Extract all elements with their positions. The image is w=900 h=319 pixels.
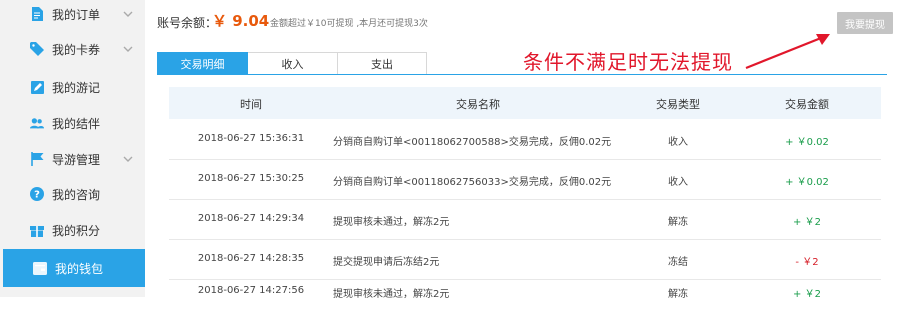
cell-amount: + ￥2 (793, 217, 821, 228)
cell-name-text: 提现审核未通过，解冻2元 (333, 217, 450, 228)
transaction-tabs: 交易明细 收入 支出 (157, 52, 427, 75)
column-header-time: 时间 (240, 98, 262, 111)
cell-time: 2018-06-27 14:28:35 (197, 253, 305, 264)
table-row: 2018-06-27 14:27:56 提现审核未通过，解冻2元 解冻 + ￥2 (169, 279, 881, 319)
sidebar-item-label: 我的游记 (52, 80, 101, 95)
chevron-down-icon (123, 11, 133, 17)
column-header-type: 交易类型 (656, 98, 700, 111)
table-header: 时间 交易名称 交易类型 交易金额 (169, 87, 881, 119)
withdraw-condition-note: 金额超过￥10可提现 ,本月还可提现3次 (270, 19, 428, 29)
sidebar-item-label: 导游管理 (52, 152, 101, 167)
tabs-divider (157, 74, 887, 75)
sidebar-item-orders[interactable]: 我的订单 (0, 0, 145, 33)
column-header-amount: 交易金额 (785, 98, 829, 111)
sidebar-item-wallet[interactable]: 我的钱包 (3, 249, 145, 287)
sidebar-item-label: 我的咨询 (52, 187, 101, 202)
sidebar: 我的订单 我的卡券 我的游记 我的结伴 导游管理 ? 我的咨询 我的积分 我的钱… (0, 0, 145, 297)
gift-icon (30, 223, 44, 237)
sidebar-item-guide-management[interactable]: 导游管理 (0, 140, 145, 178)
cell-time: 2018-06-27 15:30:25 (197, 173, 305, 184)
annotation-text: 条件不满足时无法提现 (523, 50, 733, 74)
tab-expense[interactable]: 支出 (338, 52, 427, 75)
document-icon (30, 7, 44, 21)
cell-type: 解冻 (668, 217, 688, 228)
question-icon: ? (30, 187, 44, 201)
svg-text:?: ? (34, 190, 40, 201)
withdraw-button[interactable]: 我要提现 (837, 12, 893, 34)
balance-value: ￥ 9.04 (212, 12, 270, 30)
sidebar-item-label: 我的订单 (52, 7, 101, 22)
wallet-icon (33, 261, 47, 275)
table-row: 2018-06-27 14:29:34 提现审核未通过，解冻2元 解冻 + ￥2 (169, 199, 881, 240)
tag-icon (30, 42, 44, 56)
flag-icon (30, 152, 44, 166)
sidebar-item-label: 我的结伴 (52, 116, 101, 131)
sidebar-item-consultation[interactable]: ? 我的咨询 (0, 175, 145, 213)
table-row: 2018-06-27 14:28:35 提交提现申请后冻结2元 冻结 - ￥2 (169, 239, 881, 280)
cell-name-text: 提交提现申请后冻结2元 (333, 257, 440, 268)
cell-time: 2018-06-27 14:29:34 (197, 213, 305, 224)
column-header-name: 交易名称 (456, 98, 500, 111)
sidebar-item-companions[interactable]: 我的结伴 (0, 104, 145, 142)
cell-time: 2018-06-27 15:36:31 (197, 133, 305, 144)
users-icon (30, 116, 44, 130)
cell-amount: + ￥0.02 (785, 137, 829, 148)
cell-time: 2018-06-27 14:27:56 (197, 285, 305, 296)
tab-transaction-details[interactable]: 交易明细 (157, 52, 248, 75)
cell-name-text: 分销商自购订单<00118062756033>交易完成，反佣0.02元 (333, 177, 612, 188)
cell-type: 收入 (668, 177, 688, 188)
sidebar-item-label: 我的积分 (52, 223, 101, 238)
sidebar-item-label: 我的卡券 (52, 42, 101, 57)
chevron-down-icon (123, 156, 133, 162)
balance-label: 账号余额： (157, 16, 218, 30)
cell-type: 解冻 (668, 289, 688, 300)
sidebar-item-coupons[interactable]: 我的卡券 (0, 30, 145, 68)
cell-name-text: 提现审核未通过，解冻2元 (333, 289, 450, 300)
cell-name-text: 分销商自购订单<00118062700588>交易完成，反佣0.02元 (333, 137, 612, 148)
cell-type: 冻结 (668, 257, 688, 268)
cell-type: 收入 (668, 137, 688, 148)
cell-amount: - ￥2 (795, 257, 819, 268)
chevron-down-icon (123, 46, 133, 52)
cell-amount: + ￥2 (793, 289, 821, 300)
sidebar-item-label: 我的钱包 (55, 261, 104, 276)
sidebar-item-points[interactable]: 我的积分 (0, 211, 145, 249)
tab-income[interactable]: 收入 (248, 52, 338, 75)
edit-icon (30, 80, 44, 94)
cell-amount: + ￥0.02 (785, 177, 829, 188)
annotation-arrow-icon (745, 34, 830, 70)
sidebar-item-travel-notes[interactable]: 我的游记 (0, 68, 145, 106)
table-row: 2018-06-27 15:36:31 分销商自购订单<001180627005… (169, 119, 881, 160)
table-row: 2018-06-27 15:30:25 分销商自购订单<001180627560… (169, 159, 881, 200)
